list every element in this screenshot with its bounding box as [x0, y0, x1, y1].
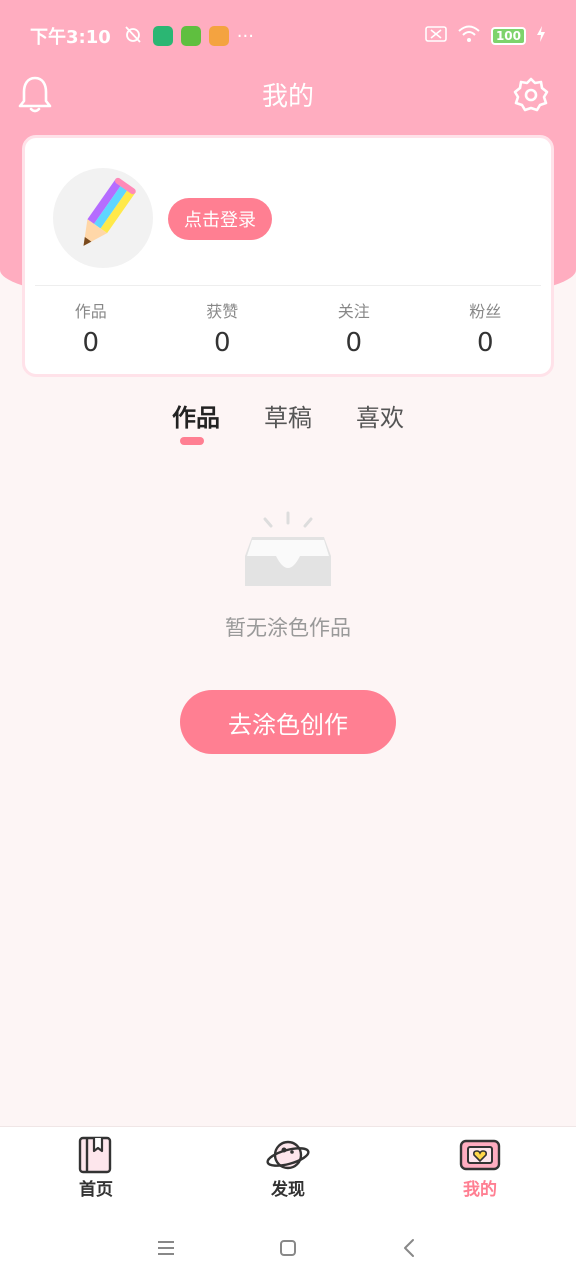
pencil-avatar-icon [83, 177, 136, 246]
stat-label: 关注 [337, 302, 370, 321]
stat-label: 获赞 [206, 302, 239, 321]
bookmark-book-icon [78, 1136, 112, 1174]
wifi-icon [457, 24, 481, 49]
sim-icon [425, 25, 447, 48]
stat-label: 作品 [74, 302, 107, 321]
stat-likes[interactable]: 获赞 0 [157, 300, 289, 362]
alarm-off-icon [123, 24, 143, 49]
stat-following[interactable]: 关注 0 [288, 300, 420, 362]
status-bar: 下午3:10 ··· 100 [0, 0, 576, 72]
tabbar-item-mine[interactable]: 我的 [384, 1127, 576, 1216]
tabbar-label: 我的 [463, 1180, 497, 1200]
system-navigation-bar [0, 1216, 576, 1280]
card-divider [35, 285, 541, 286]
planet-icon [266, 1140, 310, 1170]
empty-state-message: 暂无涂色作品 [225, 616, 351, 640]
battery-indicator: 100 [490, 27, 526, 45]
go-color-create-button[interactable]: 去涂色创作 [180, 690, 396, 754]
tab-works[interactable]: 作品 [172, 398, 220, 438]
stat-works[interactable]: 作品 0 [25, 300, 157, 362]
home-square-icon[interactable] [277, 1237, 299, 1259]
charging-icon [536, 25, 546, 47]
app-android-icon [180, 26, 201, 46]
menu-icon[interactable] [155, 1237, 177, 1259]
tab-indicator [180, 437, 204, 445]
page-title: 我的 [261, 82, 314, 112]
back-icon[interactable] [399, 1237, 421, 1259]
stat-value: 0 [213, 328, 231, 358]
tabbar-label: 发现 [271, 1180, 305, 1200]
tab-drafts[interactable]: 草稿 [264, 398, 312, 438]
gear-icon[interactable] [512, 76, 550, 114]
tab-favorites[interactable]: 喜欢 [356, 398, 404, 438]
status-time: 下午3:10 [30, 27, 111, 48]
stat-value: 0 [82, 328, 100, 358]
stat-fans[interactable]: 粉丝 0 [420, 300, 552, 362]
heart-frame-icon [459, 1139, 501, 1171]
tabbar-item-home[interactable]: 首页 [0, 1127, 192, 1216]
app-game-icon [208, 26, 229, 46]
stat-value: 0 [476, 328, 494, 358]
avatar[interactable] [53, 168, 153, 268]
login-button[interactable]: 点击登录 [168, 198, 272, 240]
content-tabs: 作品 草稿 喜欢 [0, 398, 576, 438]
tabbar-item-discover[interactable]: 发现 [192, 1127, 384, 1216]
status-more: ··· [236, 25, 254, 47]
stat-value: 0 [345, 328, 363, 358]
profile-stats: 作品 0 获赞 0 关注 0 粉丝 0 [25, 300, 551, 362]
stat-label: 粉丝 [469, 302, 502, 321]
bottom-tab-bar: 首页 发现 我的 [0, 1126, 576, 1216]
empty-tray-icon [238, 510, 338, 590]
tabbar-label: 首页 [79, 1180, 113, 1200]
profile-card: 点击登录 作品 0 获赞 0 关注 0 粉丝 0 [22, 135, 554, 377]
app-shield-icon [152, 26, 173, 46]
